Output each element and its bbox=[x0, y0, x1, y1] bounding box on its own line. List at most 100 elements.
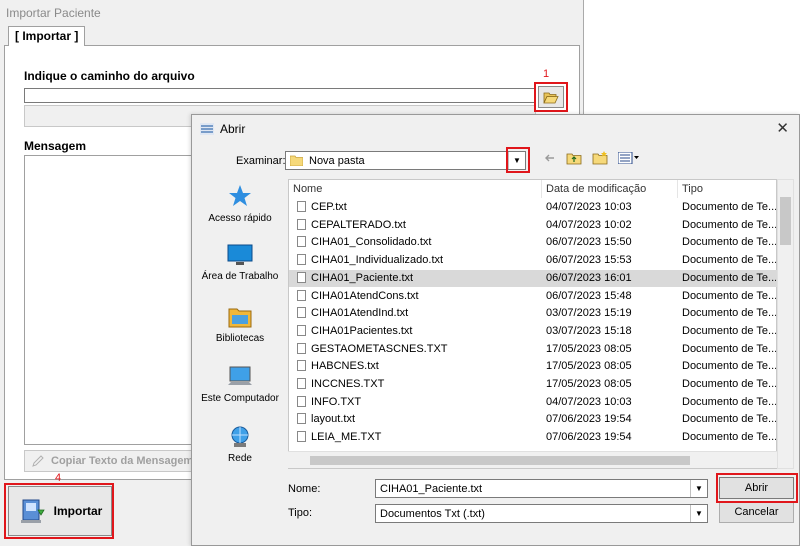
file-type: Documento de Te... bbox=[682, 324, 776, 337]
file-name-text: LEIA_ME.TXT bbox=[311, 431, 382, 444]
file-name: CIHA01Pacientes.txt bbox=[297, 324, 537, 337]
cancel-button[interactable]: Cancelar bbox=[719, 501, 794, 523]
file-date: 04/07/2023 10:02 bbox=[546, 218, 632, 231]
path-label: Indique o caminho do arquivo bbox=[24, 69, 195, 83]
desktop-icon bbox=[227, 244, 253, 265]
vertical-scrollbar[interactable] bbox=[777, 179, 794, 469]
file-name: HABCNES.txt bbox=[297, 360, 537, 372]
dialog-toolbar bbox=[544, 151, 640, 165]
file-date: 04/07/2023 10:03 bbox=[546, 395, 632, 408]
places-bar: Acesso rápido Área de Trabalho Bibliotec… bbox=[196, 179, 284, 469]
file-name: INCCNES.TXT bbox=[297, 378, 537, 390]
file-name: CEP.txt bbox=[297, 201, 537, 213]
file-type: Documento de Te... bbox=[682, 201, 776, 213]
text-file-icon bbox=[297, 360, 306, 372]
text-file-icon bbox=[297, 236, 306, 248]
file-name: INFO.TXT bbox=[297, 395, 537, 408]
file-row[interactable]: CEP.txt 04/07/2023 10:03 Documento de Te..… bbox=[289, 199, 778, 217]
file-name: CIHA01AtendInd.txt bbox=[297, 307, 537, 319]
file-row[interactable]: CIHA01_Paciente.txt 06/07/2023 16:01 Docum… bbox=[289, 269, 778, 288]
new-folder-icon[interactable] bbox=[592, 151, 608, 165]
file-row[interactable]: CIHA01_Consolidado.txt 06/07/2023 15:50 Do… bbox=[289, 234, 778, 252]
pencil-icon bbox=[32, 455, 44, 467]
file-row[interactable]: layout.txt 07/06/2023 19:54 Documento de T… bbox=[289, 411, 778, 429]
file-date: 03/07/2023 15:19 bbox=[546, 307, 632, 320]
tab-importar[interactable]: [ Importar ] bbox=[8, 26, 86, 47]
horizontal-scroll-thumb[interactable] bbox=[310, 456, 690, 465]
file-row[interactable]: HABCNES.txt 17/05/2023 08:05 Documento de … bbox=[289, 358, 778, 376]
file-type: Documento de Te... bbox=[682, 360, 776, 373]
text-file-icon bbox=[297, 395, 306, 407]
back-arrow-icon[interactable] bbox=[544, 152, 556, 164]
file-list: Nome Data de modificação Tipo CEP.txt 04/… bbox=[288, 179, 778, 469]
place-this-pc[interactable]: Este Computador bbox=[196, 365, 284, 405]
network-icon bbox=[231, 426, 249, 447]
star-icon bbox=[229, 185, 251, 206]
place-desktop[interactable]: Área de Trabalho bbox=[196, 243, 284, 283]
open-dialog: Abrir ✕ Examinar: Nova pasta ▼ Acesso rá… bbox=[191, 114, 800, 546]
tab-strip: [ Importar ] bbox=[4, 24, 580, 47]
file-name-text: CIHA01AtendInd.txt bbox=[311, 307, 409, 320]
place-network[interactable]: Rede bbox=[196, 425, 284, 465]
column-name[interactable]: Nome bbox=[289, 180, 542, 198]
column-date[interactable]: Data de modificação bbox=[542, 180, 678, 198]
up-folder-icon[interactable] bbox=[566, 151, 582, 165]
file-name-text: CIHA01AtendCons.txt bbox=[311, 289, 419, 302]
filetype-value: Documentos Txt (.txt) bbox=[380, 507, 485, 520]
highlight-import bbox=[4, 483, 114, 539]
view-menu-icon[interactable] bbox=[618, 152, 640, 164]
path-input[interactable] bbox=[24, 88, 536, 103]
file-row[interactable]: GESTAOMETASCNES.TXT 17/05/2023 08:05 Docum… bbox=[289, 341, 778, 359]
file-row[interactable]: CIHA01_Individualizado.txt 06/07/2023 15:… bbox=[289, 252, 778, 270]
message-textarea[interactable] bbox=[24, 155, 199, 445]
highlight-browse bbox=[534, 82, 568, 112]
column-type[interactable]: Tipo bbox=[678, 180, 778, 198]
file-name-text: HABCNES.txt bbox=[311, 360, 379, 373]
vertical-scroll-thumb[interactable] bbox=[780, 197, 791, 245]
file-type: Documento de Te... bbox=[682, 395, 776, 408]
filetype-select[interactable]: Documentos Txt (.txt) ▼ bbox=[375, 504, 708, 523]
chevron-down-icon[interactable]: ▼ bbox=[690, 505, 707, 522]
file-date: 06/07/2023 15:48 bbox=[546, 289, 632, 302]
file-row[interactable]: LEIA_ME.TXT 07/06/2023 19:54 Documento de … bbox=[289, 429, 778, 447]
copy-message-button[interactable]: Copiar Texto da Mensagem bbox=[24, 450, 199, 472]
file-row[interactable]: CEPALTERADO.txt 04/07/2023 10:02 Documento… bbox=[289, 217, 778, 235]
look-in-value: Nova pasta bbox=[309, 154, 365, 167]
file-date: 07/06/2023 19:54 bbox=[546, 431, 632, 444]
file-name-text: CEP.txt bbox=[311, 201, 347, 213]
file-row[interactable]: CIHA01AtendInd.txt 03/07/2023 15:19 Docume… bbox=[289, 305, 778, 323]
text-file-icon bbox=[297, 218, 306, 230]
file-name-text: CIHA01_Paciente.txt bbox=[311, 271, 414, 284]
file-name-text: GESTAOMETASCNES.TXT bbox=[311, 342, 448, 355]
file-name: CIHA01_Consolidado.txt bbox=[297, 236, 537, 248]
look-in-combo[interactable]: Nova pasta ▼ bbox=[285, 151, 526, 170]
horizontal-scrollbar[interactable] bbox=[288, 451, 777, 468]
text-file-icon bbox=[297, 342, 306, 354]
place-libraries[interactable]: Bibliotecas bbox=[196, 305, 284, 345]
file-name-text: CIHA01_Individualizado.txt bbox=[311, 254, 444, 267]
file-name: layout.txt bbox=[297, 413, 537, 425]
file-row[interactable]: CIHA01Pacientes.txt 03/07/2023 15:18 Docum… bbox=[289, 323, 778, 341]
message-label: Mensagem bbox=[24, 139, 87, 153]
close-icon[interactable]: ✕ bbox=[776, 119, 789, 137]
copy-message-label: Copiar Texto da Mensagem bbox=[51, 455, 194, 467]
place-quick-access[interactable]: Acesso rápido bbox=[196, 183, 284, 225]
file-type: Documento de Te... bbox=[682, 342, 776, 355]
text-file-icon bbox=[297, 378, 306, 389]
file-row[interactable]: INFO.TXT 04/07/2023 10:03 Documento de Te.… bbox=[289, 394, 778, 412]
dialog-title-bar: Abrir bbox=[200, 122, 245, 136]
file-row[interactable]: CIHA01AtendCons.txt 06/07/2023 15:48 Docum… bbox=[289, 288, 778, 306]
file-date: 17/05/2023 08:05 bbox=[546, 378, 632, 390]
text-file-icon bbox=[297, 431, 306, 443]
file-type: Documento de Te... bbox=[682, 289, 776, 302]
filename-input[interactable]: CIHA01_Paciente.txt ▼ bbox=[375, 479, 708, 498]
file-row[interactable]: INCCNES.TXT 17/05/2023 08:05 Documento de … bbox=[289, 376, 778, 394]
computer-icon bbox=[228, 366, 252, 385]
file-name: CIHA01_Individualizado.txt bbox=[297, 254, 537, 266]
file-name: CIHA01AtendCons.txt bbox=[297, 289, 537, 302]
file-type: Documento de Te... bbox=[682, 254, 776, 267]
file-name-text: CEPALTERADO.txt bbox=[311, 218, 406, 231]
file-date: 06/07/2023 16:01 bbox=[546, 271, 632, 284]
folder-icon bbox=[290, 155, 303, 166]
chevron-down-icon[interactable]: ▼ bbox=[690, 480, 707, 497]
